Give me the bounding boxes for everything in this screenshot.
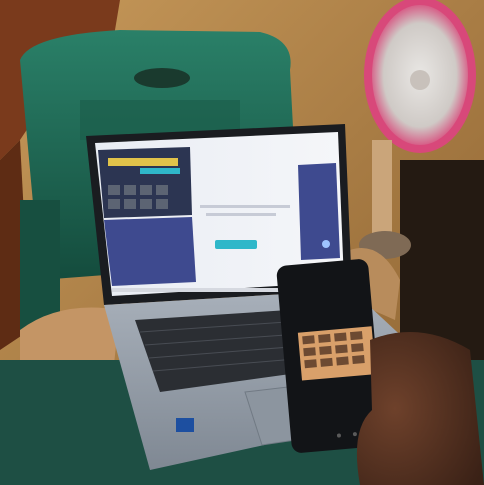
scene-illustration: [0, 0, 484, 485]
hand: [356, 332, 484, 485]
photo-scene: [0, 0, 484, 485]
